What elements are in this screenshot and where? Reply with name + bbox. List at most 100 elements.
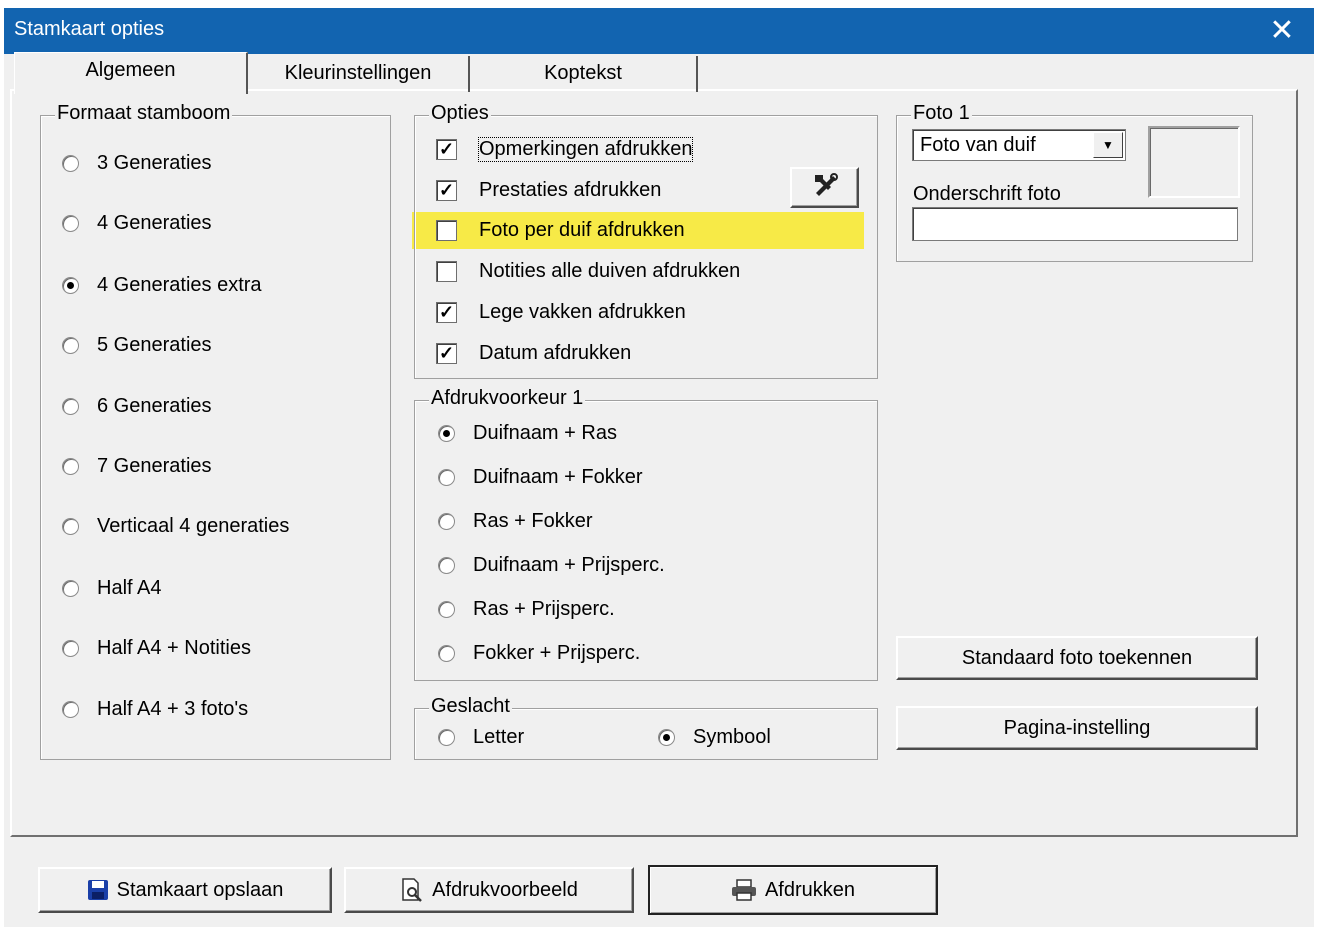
afdrukvoorkeur-radio[interactable]: Ras + Fokker — [438, 510, 592, 533]
button-label: Afdrukvoorbeeld — [432, 878, 578, 901]
radio-label: 6 Generaties — [97, 395, 212, 417]
foto-select-value: Foto van duif — [920, 134, 1036, 156]
stamkaart-opslaan-button[interactable]: Stamkaart opslaan — [38, 867, 332, 913]
radio-indicator — [62, 701, 79, 718]
checkbox-label: Foto per duif afdrukken — [479, 219, 685, 241]
tab-kleurinstellingen[interactable]: Kleurinstellingen — [248, 56, 470, 92]
radio-indicator — [438, 729, 455, 746]
opties-legend: Opties — [429, 102, 491, 125]
window-title: Stamkaart opties — [14, 18, 165, 40]
option-checkbox[interactable]: ✓ Datum afdrukken — [436, 342, 631, 365]
foto-legend: Foto 1 — [911, 102, 972, 125]
afdrukvoorkeur-radio[interactable]: Fokker + Prijsperc. — [438, 642, 640, 665]
close-icon[interactable]: ✕ — [1264, 12, 1300, 50]
printer-icon — [731, 879, 757, 901]
floppy-disk-icon — [87, 879, 109, 901]
title-bar: Stamkaart opties ✕ — [4, 8, 1314, 54]
formaat-radio[interactable]: 5 Generaties — [62, 334, 212, 357]
tab-koptekst[interactable]: Koptekst — [470, 56, 698, 92]
tab-algemeen[interactable]: Algemeen — [14, 52, 248, 94]
button-label: Afdrukken — [764, 878, 856, 901]
option-checkbox[interactable]: Notities alle duiven afdrukken — [436, 260, 740, 283]
radio-indicator — [62, 155, 79, 172]
button-label: Stamkaart opslaan — [116, 878, 284, 901]
formaat-radio[interactable]: 3 Generaties — [62, 152, 212, 175]
radio-label: Ras + Prijsperc. — [473, 598, 615, 620]
formaat-legend: Formaat stamboom — [55, 102, 233, 125]
radio-label: 7 Generaties — [97, 455, 212, 477]
formaat-radio[interactable]: Verticaal 4 generaties — [62, 515, 289, 538]
radio-indicator — [62, 458, 79, 475]
radio-label: Fokker + Prijsperc. — [473, 642, 641, 664]
radio-label: Duifnaam + Prijsperc. — [473, 554, 665, 576]
checkbox-label: Lege vakken afdrukken — [479, 301, 686, 323]
radio-label: 4 Generaties — [97, 212, 212, 234]
caption-input[interactable] — [912, 207, 1238, 241]
radio-indicator — [62, 640, 79, 657]
formaat-radio[interactable]: Half A4 + Notities — [62, 637, 251, 660]
radio-label: 3 Generaties — [97, 152, 212, 174]
formaat-radio[interactable]: 4 Generaties — [62, 212, 212, 235]
radio-indicator — [438, 513, 455, 530]
checkmark-icon: ✓ — [436, 180, 457, 201]
foto-select[interactable]: Foto van duif ▼ — [912, 129, 1126, 161]
formaat-radio[interactable]: Half A4 — [62, 577, 161, 600]
caption-label: Onderschrift foto — [913, 183, 1061, 205]
formaat-radio[interactable]: Half A4 + 3 foto's — [62, 698, 248, 721]
afdrukvoorkeur-radio[interactable]: Duifnaam + Ras — [438, 422, 617, 445]
tools-button[interactable] — [790, 167, 859, 208]
radio-indicator — [438, 557, 455, 574]
option-checkbox[interactable]: ✓ Lege vakken afdrukken — [436, 301, 686, 324]
radio-indicator — [438, 601, 455, 618]
afdrukvoorkeur-radio[interactable]: Duifnaam + Fokker — [438, 466, 643, 489]
afdrukvoorbeeld-button[interactable]: Afdrukvoorbeeld — [344, 867, 634, 913]
radio-indicator — [62, 337, 79, 354]
radio-indicator — [438, 469, 455, 486]
checkbox-label: Prestaties afdrukken — [479, 179, 662, 201]
photo-preview — [1148, 126, 1240, 198]
radio-label: 4 Generaties extra — [97, 274, 262, 296]
radio-label: Verticaal 4 generaties — [97, 515, 290, 537]
checkbox-label: Datum afdrukken — [479, 342, 632, 364]
geslacht-symbool-radio[interactable]: Symbool — [658, 726, 771, 749]
radio-indicator — [62, 277, 79, 294]
radio-label: Symbool — [693, 726, 771, 748]
chevron-down-icon[interactable]: ▼ — [1093, 132, 1123, 158]
option-checkbox[interactable]: ✓ Opmerkingen afdrukken — [436, 137, 694, 162]
pagina-instelling-button[interactable]: Pagina-instelling — [896, 706, 1258, 750]
option-checkbox[interactable]: Foto per duif afdrukken — [436, 219, 685, 242]
afdrukvoorkeur-radio[interactable]: Ras + Prijsperc. — [438, 598, 615, 621]
geslacht-letter-radio[interactable]: Letter — [438, 726, 524, 749]
option-checkbox[interactable]: ✓ Prestaties afdrukken — [436, 179, 661, 202]
formaat-radio[interactable]: 6 Generaties — [62, 395, 212, 418]
formaat-radio[interactable]: 4 Generaties extra — [62, 274, 262, 297]
print-preview-icon — [400, 878, 424, 902]
radio-label: Duifnaam + Fokker — [473, 466, 643, 488]
geslacht-legend: Geslacht — [429, 695, 512, 718]
afdrukvoorkeur-legend: Afdrukvoorkeur 1 — [429, 387, 586, 410]
radio-label: 5 Generaties — [97, 334, 212, 356]
checkbox-label: Opmerkingen afdrukken — [477, 137, 694, 162]
radio-label: Ras + Fokker — [473, 510, 593, 532]
button-label: Pagina-instelling — [1003, 716, 1151, 739]
radio-indicator — [62, 580, 79, 597]
radio-label: Half A4 + 3 foto's — [97, 698, 249, 720]
radio-indicator — [62, 518, 79, 535]
radio-label: Letter — [473, 726, 525, 748]
radio-label: Half A4 + Notities — [97, 637, 251, 659]
radio-indicator — [438, 645, 455, 662]
radio-label: Duifnaam + Ras — [473, 422, 617, 444]
checkbox-box — [436, 220, 457, 241]
checkmark-icon: ✓ — [436, 139, 457, 160]
afdrukvoorkeur-radio[interactable]: Duifnaam + Prijsperc. — [438, 554, 665, 577]
afdrukken-button[interactable]: Afdrukken — [648, 865, 938, 915]
radio-label: Half A4 — [97, 577, 162, 599]
radio-indicator — [62, 215, 79, 232]
radio-indicator — [438, 425, 455, 442]
button-label: Standaard foto toekennen — [961, 646, 1193, 669]
checkmark-icon: ✓ — [436, 302, 457, 323]
radio-indicator — [62, 398, 79, 415]
formaat-radio[interactable]: 7 Generaties — [62, 455, 212, 478]
standaard-foto-button[interactable]: Standaard foto toekennen — [896, 636, 1258, 680]
checkbox-box — [436, 261, 457, 282]
